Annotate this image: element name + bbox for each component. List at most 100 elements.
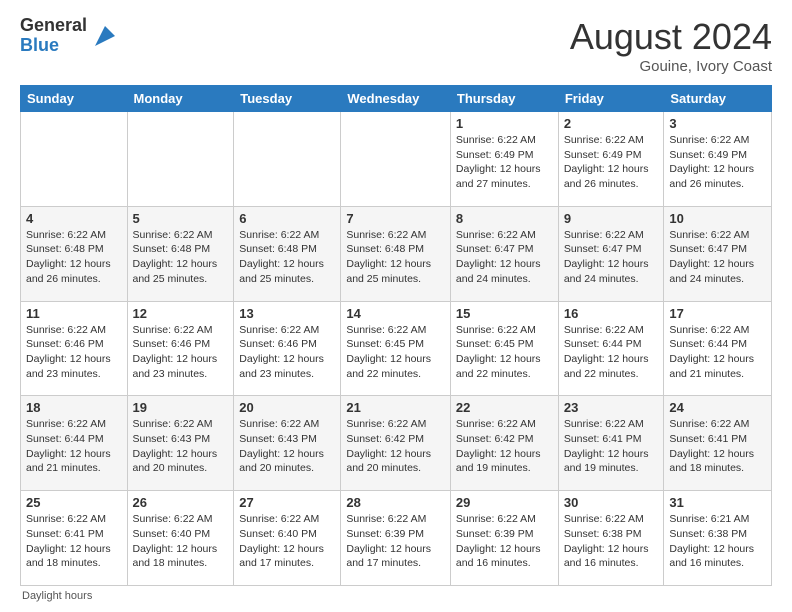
day-number: 31 [669, 495, 766, 510]
day-number: 2 [564, 116, 659, 131]
day-info: Sunrise: 6:22 AM Sunset: 6:48 PM Dayligh… [26, 228, 122, 287]
calendar-week-row: 4 Sunrise: 6:22 AM Sunset: 6:48 PM Daylig… [21, 206, 772, 301]
calendar-header-row: SundayMondayTuesdayWednesdayThursdayFrid… [21, 86, 772, 112]
day-number: 5 [133, 211, 229, 226]
day-info: Sunrise: 6:22 AM Sunset: 6:46 PM Dayligh… [133, 323, 229, 382]
calendar-cell: 17 Sunrise: 6:22 AM Sunset: 6:44 PM Dayli… [664, 301, 772, 396]
calendar-cell: 24 Sunrise: 6:22 AM Sunset: 6:41 PM Dayli… [664, 396, 772, 491]
day-info: Sunrise: 6:22 AM Sunset: 6:42 PM Dayligh… [456, 417, 553, 476]
day-info: Sunrise: 6:22 AM Sunset: 6:48 PM Dayligh… [239, 228, 335, 287]
calendar-cell: 27Sunrise: 6:22 AM Sunset: 6:40 PM Dayli… [234, 491, 341, 586]
calendar-cell: 5 Sunrise: 6:22 AM Sunset: 6:48 PM Daylig… [127, 206, 234, 301]
day-info: Sunrise: 6:22 AM Sunset: 6:38 PM Dayligh… [564, 512, 659, 571]
calendar-cell: 7 Sunrise: 6:22 AM Sunset: 6:48 PM Daylig… [341, 206, 451, 301]
day-number: 14 [346, 306, 445, 321]
day-number: 24 [669, 400, 766, 415]
day-number: 16 [564, 306, 659, 321]
calendar-cell: 25Sunrise: 6:22 AM Sunset: 6:41 PM Dayli… [21, 491, 128, 586]
daylight-label: Daylight hours [22, 590, 92, 602]
day-number: 21 [346, 400, 445, 415]
calendar-cell: 13Sunrise: 6:22 AM Sunset: 6:46 PM Dayli… [234, 301, 341, 396]
calendar-cell: 8Sunrise: 6:22 AM Sunset: 6:47 PM Daylig… [450, 206, 558, 301]
weekday-header: Saturday [664, 86, 772, 112]
title-block: August 2024 Gouine, Ivory Coast [570, 16, 772, 75]
day-info: Sunrise: 6:22 AM Sunset: 6:39 PM Dayligh… [456, 512, 553, 571]
calendar-cell: 4 Sunrise: 6:22 AM Sunset: 6:48 PM Daylig… [21, 206, 128, 301]
calendar-cell: 26Sunrise: 6:22 AM Sunset: 6:40 PM Dayli… [127, 491, 234, 586]
calendar-cell: 30 Sunrise: 6:22 AM Sunset: 6:38 PM Dayli… [558, 491, 664, 586]
weekday-header: Tuesday [234, 86, 341, 112]
logo-text: General Blue [20, 16, 87, 56]
day-info: Sunrise: 6:22 AM Sunset: 6:44 PM Dayligh… [669, 323, 766, 382]
day-number: 7 [346, 211, 445, 226]
calendar-cell: 19Sunrise: 6:22 AM Sunset: 6:43 PM Dayli… [127, 396, 234, 491]
day-number: 20 [239, 400, 335, 415]
calendar-cell [234, 112, 341, 207]
calendar-cell: 23Sunrise: 6:22 AM Sunset: 6:41 PM Dayli… [558, 396, 664, 491]
calendar-table: SundayMondayTuesdayWednesdayThursdayFrid… [20, 85, 772, 586]
weekday-header: Friday [558, 86, 664, 112]
day-info: Sunrise: 6:22 AM Sunset: 6:44 PM Dayligh… [26, 417, 122, 476]
day-number: 15 [456, 306, 553, 321]
calendar-cell: 29 Sunrise: 6:22 AM Sunset: 6:39 PM Dayli… [450, 491, 558, 586]
calendar-cell [127, 112, 234, 207]
day-number: 18 [26, 400, 122, 415]
header: General Blue August 2024 Gouine, Ivory C… [20, 16, 772, 75]
footer: Daylight hours [20, 590, 772, 602]
day-info: Sunrise: 6:22 AM Sunset: 6:41 PM Dayligh… [669, 417, 766, 476]
calendar-cell: 2 Sunrise: 6:22 AM Sunset: 6:49 PM Daylig… [558, 112, 664, 207]
day-number: 26 [133, 495, 229, 510]
day-info: Sunrise: 6:22 AM Sunset: 6:43 PM Dayligh… [133, 417, 229, 476]
day-number: 29 [456, 495, 553, 510]
calendar-cell: 22 Sunrise: 6:22 AM Sunset: 6:42 PM Dayli… [450, 396, 558, 491]
day-info: Sunrise: 6:22 AM Sunset: 6:39 PM Dayligh… [346, 512, 445, 571]
weekday-header: Wednesday [341, 86, 451, 112]
calendar-cell: 3Sunrise: 6:22 AM Sunset: 6:49 PM Daylig… [664, 112, 772, 207]
calendar-cell: 20Sunrise: 6:22 AM Sunset: 6:43 PM Dayli… [234, 396, 341, 491]
day-number: 22 [456, 400, 553, 415]
calendar-cell [21, 112, 128, 207]
calendar-cell: 16 Sunrise: 6:22 AM Sunset: 6:44 PM Dayli… [558, 301, 664, 396]
day-info: Sunrise: 6:22 AM Sunset: 6:49 PM Dayligh… [456, 133, 553, 192]
day-number: 17 [669, 306, 766, 321]
day-info: Sunrise: 6:22 AM Sunset: 6:45 PM Dayligh… [346, 323, 445, 382]
day-info: Sunrise: 6:22 AM Sunset: 6:46 PM Dayligh… [26, 323, 122, 382]
calendar-cell: 18 Sunrise: 6:22 AM Sunset: 6:44 PM Dayli… [21, 396, 128, 491]
day-number: 4 [26, 211, 122, 226]
day-number: 1 [456, 116, 553, 131]
calendar-cell: 11 Sunrise: 6:22 AM Sunset: 6:46 PM Dayli… [21, 301, 128, 396]
day-info: Sunrise: 6:22 AM Sunset: 6:42 PM Dayligh… [346, 417, 445, 476]
day-number: 9 [564, 211, 659, 226]
calendar-cell: 14 Sunrise: 6:22 AM Sunset: 6:45 PM Dayli… [341, 301, 451, 396]
calendar-cell: 28 Sunrise: 6:22 AM Sunset: 6:39 PM Dayli… [341, 491, 451, 586]
location: Gouine, Ivory Coast [570, 58, 772, 75]
calendar-cell [341, 112, 451, 207]
calendar-week-row: 1 Sunrise: 6:22 AM Sunset: 6:49 PM Daylig… [21, 112, 772, 207]
day-info: Sunrise: 6:22 AM Sunset: 6:48 PM Dayligh… [133, 228, 229, 287]
calendar-cell: 10Sunrise: 6:22 AM Sunset: 6:47 PM Dayli… [664, 206, 772, 301]
logo-general: General [20, 16, 87, 36]
day-number: 27 [239, 495, 335, 510]
calendar-cell: 9 Sunrise: 6:22 AM Sunset: 6:47 PM Daylig… [558, 206, 664, 301]
day-number: 28 [346, 495, 445, 510]
calendar-cell: 1 Sunrise: 6:22 AM Sunset: 6:49 PM Daylig… [450, 112, 558, 207]
day-info: Sunrise: 6:21 AM Sunset: 6:38 PM Dayligh… [669, 512, 766, 571]
weekday-header: Monday [127, 86, 234, 112]
day-info: Sunrise: 6:22 AM Sunset: 6:46 PM Dayligh… [239, 323, 335, 382]
weekday-header: Thursday [450, 86, 558, 112]
day-info: Sunrise: 6:22 AM Sunset: 6:44 PM Dayligh… [564, 323, 659, 382]
weekday-header: Sunday [21, 86, 128, 112]
day-number: 30 [564, 495, 659, 510]
logo-blue: Blue [20, 36, 87, 56]
calendar-cell: 21 Sunrise: 6:22 AM Sunset: 6:42 PM Dayli… [341, 396, 451, 491]
day-info: Sunrise: 6:22 AM Sunset: 6:45 PM Dayligh… [456, 323, 553, 382]
day-number: 12 [133, 306, 229, 321]
calendar-week-row: 18 Sunrise: 6:22 AM Sunset: 6:44 PM Dayli… [21, 396, 772, 491]
calendar-week-row: 11 Sunrise: 6:22 AM Sunset: 6:46 PM Dayli… [21, 301, 772, 396]
day-info: Sunrise: 6:22 AM Sunset: 6:49 PM Dayligh… [564, 133, 659, 192]
logo-icon [91, 22, 119, 50]
day-info: Sunrise: 6:22 AM Sunset: 6:48 PM Dayligh… [346, 228, 445, 287]
day-info: Sunrise: 6:22 AM Sunset: 6:47 PM Dayligh… [456, 228, 553, 287]
day-info: Sunrise: 6:22 AM Sunset: 6:47 PM Dayligh… [564, 228, 659, 287]
day-number: 11 [26, 306, 122, 321]
